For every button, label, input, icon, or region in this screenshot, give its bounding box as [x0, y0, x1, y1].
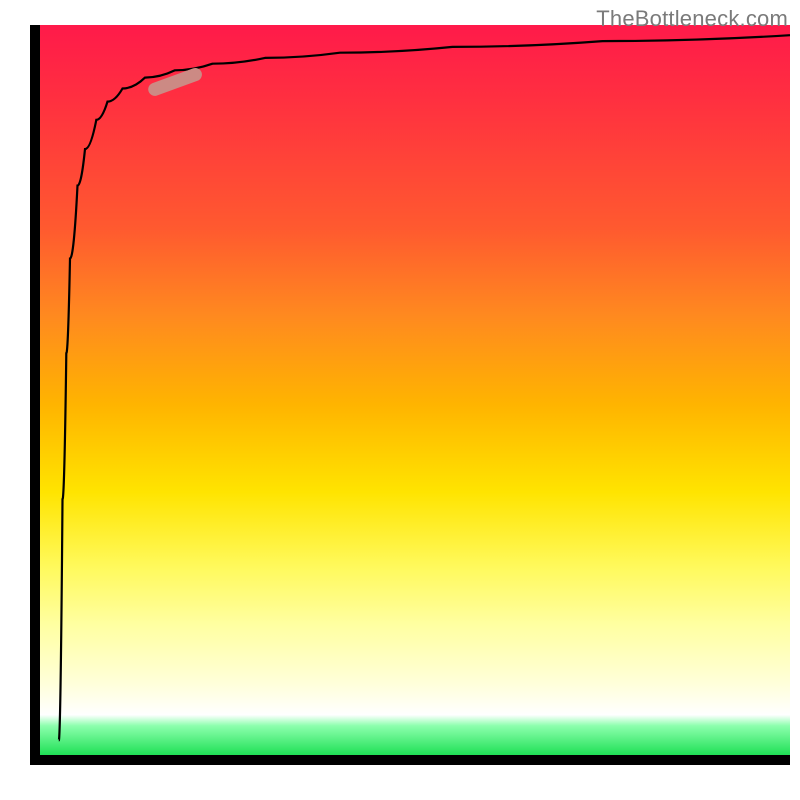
y-axis: [30, 25, 40, 765]
background-gradient: [40, 25, 790, 755]
plot-area: [40, 25, 790, 755]
x-axis: [40, 755, 790, 765]
watermark: TheBottleneck.com: [596, 6, 788, 32]
